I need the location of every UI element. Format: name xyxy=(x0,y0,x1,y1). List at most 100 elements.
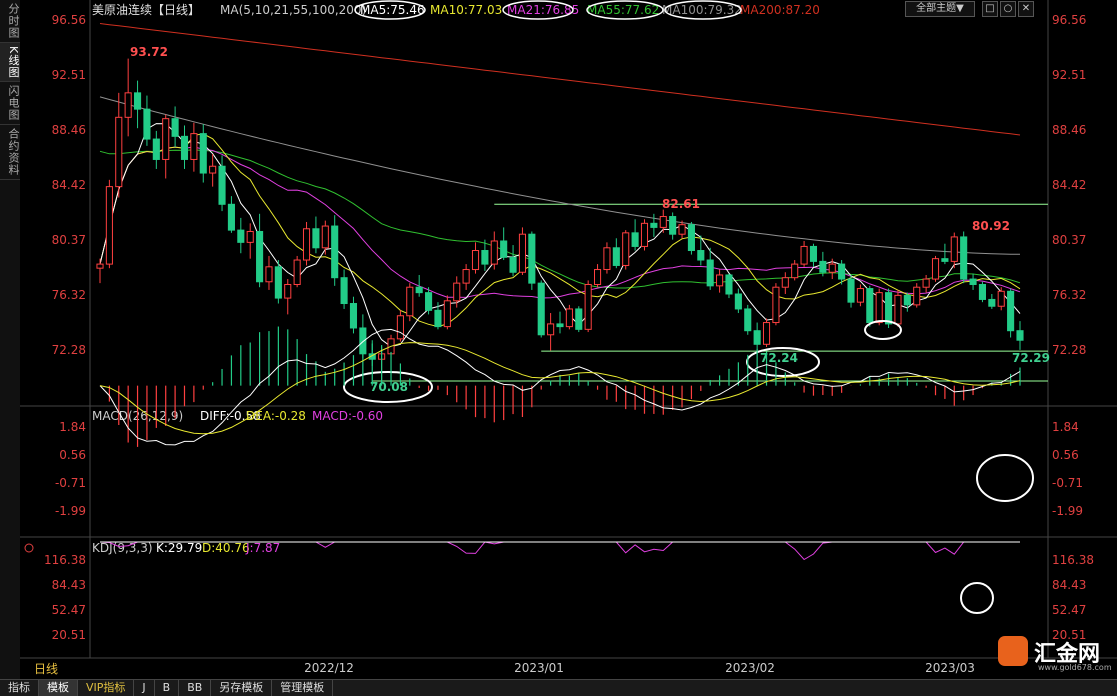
ma100-value: MA100:79.32 xyxy=(662,3,742,17)
ma10-value: MA10:77.03 xyxy=(430,3,502,17)
tab-vip-indicator[interactable]: VIP指标 xyxy=(78,680,135,696)
candle-body xyxy=(931,258,940,280)
candle-body xyxy=(302,228,311,261)
candle-body xyxy=(885,292,893,325)
ma200-value: MA200:87.20 xyxy=(740,3,820,17)
price-tick: 76.32 xyxy=(52,288,86,302)
candle-body xyxy=(894,294,902,325)
kline-chart[interactable]: 美原油连续【日线】 MA(5,10,21,55,100,200) MA5:75.… xyxy=(20,0,1117,679)
tab-template[interactable]: 模板 xyxy=(39,680,78,696)
logo-icon xyxy=(998,636,1028,666)
macd-tick: 0.56 xyxy=(59,448,86,462)
macd-tick: -0.71 xyxy=(55,476,86,490)
maximize-icon[interactable]: □ xyxy=(982,1,998,17)
price-tick: 80.37 xyxy=(1052,233,1086,247)
candle-body xyxy=(659,216,667,228)
candle-body xyxy=(650,222,658,228)
candle-body xyxy=(115,116,123,188)
chart-title: 美原油连续【日线】 xyxy=(92,2,200,17)
candle-body xyxy=(809,245,818,262)
tab-kline[interactable]: K线图 xyxy=(0,43,20,83)
candle-body xyxy=(847,278,855,303)
candle-body xyxy=(612,247,620,266)
candle-body xyxy=(922,278,930,288)
restore-icon[interactable]: ○ xyxy=(1000,1,1016,17)
candle-body xyxy=(781,277,789,288)
macd-tick: 1.84 xyxy=(59,420,86,434)
price-tick: 96.56 xyxy=(1052,13,1086,27)
candle-body xyxy=(575,308,583,330)
candle-body xyxy=(838,263,846,280)
candle-body xyxy=(725,274,733,295)
candle-body xyxy=(124,92,132,118)
price-tick: 96.56 xyxy=(52,13,86,27)
close-icon[interactable]: ✕ xyxy=(1018,1,1034,17)
manage-template-button[interactable]: 管理模板 xyxy=(272,680,334,696)
tab-flash[interactable]: 闪电图 xyxy=(0,82,20,126)
candle-body xyxy=(960,236,968,280)
candle-body xyxy=(631,232,639,247)
low3-label: 72.29 xyxy=(1012,351,1050,365)
kdj-tick: 84.43 xyxy=(1052,578,1086,592)
candle-body xyxy=(406,286,414,317)
period-label: 日线 xyxy=(34,662,58,676)
candle-body xyxy=(162,118,170,160)
candle-body xyxy=(509,256,517,273)
candle-body xyxy=(950,236,958,262)
macd-tick: 0.56 xyxy=(1052,448,1079,462)
candle-body xyxy=(988,298,996,307)
candle-body xyxy=(209,165,217,174)
candle-body xyxy=(199,133,207,174)
ma55-value: MA55:77.62 xyxy=(587,3,659,17)
candle-body xyxy=(331,225,339,279)
date-tick: 2023/01 xyxy=(514,661,564,675)
macd-tick: 1.84 xyxy=(1052,420,1079,434)
candle-body xyxy=(640,222,649,247)
candle-body xyxy=(753,330,761,345)
tab-contract[interactable]: 合约资料 xyxy=(0,125,20,181)
ma5-value: MA5:75.46 xyxy=(360,3,425,17)
high-label: 93.72 xyxy=(130,45,168,59)
candle-body xyxy=(603,247,611,271)
candle-body xyxy=(293,259,301,285)
gold678-logo: 汇金网 www.gold678.com xyxy=(998,632,1112,678)
candle-body xyxy=(669,216,677,235)
candle-body xyxy=(528,233,536,284)
candle-body xyxy=(856,288,864,303)
price-tick: 80.37 xyxy=(52,233,86,247)
candle-body xyxy=(284,283,292,299)
tab-b[interactable]: B xyxy=(155,680,180,696)
candle-body xyxy=(762,322,771,345)
bottom-toolbar: 指标 模板 VIP指标 J B BB 另存模板 管理模板 xyxy=(0,679,1117,696)
date-tick: 2023/03 xyxy=(925,661,975,675)
candle-body xyxy=(800,245,808,265)
macd-dea: DEA:-0.28 xyxy=(246,409,306,423)
price-tick: 92.51 xyxy=(1052,68,1086,82)
candle-body xyxy=(828,263,836,273)
low2-label: 72.24 xyxy=(760,351,798,365)
tab-j[interactable]: J xyxy=(134,680,155,696)
kdj-d: D:40.76 xyxy=(202,541,250,555)
tab-indicator[interactable]: 指标 xyxy=(0,680,39,696)
ma-params: MA(5,10,21,55,100,200) xyxy=(220,3,366,17)
candle-body xyxy=(152,138,160,160)
price-tick: 88.46 xyxy=(1052,123,1086,137)
candle-body xyxy=(875,292,883,324)
candle-body xyxy=(537,282,545,336)
tab-bb[interactable]: BB xyxy=(179,680,212,696)
candle-body xyxy=(443,300,451,328)
candle-body xyxy=(349,303,358,329)
kdj-tick: 52.47 xyxy=(52,603,86,617)
kdj-tick: 84.43 xyxy=(52,578,86,592)
macd-tick: -0.71 xyxy=(1052,476,1083,490)
candle-body xyxy=(218,165,226,205)
candle-body xyxy=(171,118,179,137)
candle-body xyxy=(547,323,555,336)
candle-body xyxy=(312,228,320,249)
theme-select[interactable]: 全部主题▼ xyxy=(905,1,975,17)
candle-body xyxy=(190,133,198,160)
save-template-button[interactable]: 另存模板 xyxy=(211,680,273,696)
candle-body xyxy=(941,258,949,262)
tab-fenshi[interactable]: 分时图 xyxy=(0,0,20,43)
candle-body xyxy=(772,286,780,324)
